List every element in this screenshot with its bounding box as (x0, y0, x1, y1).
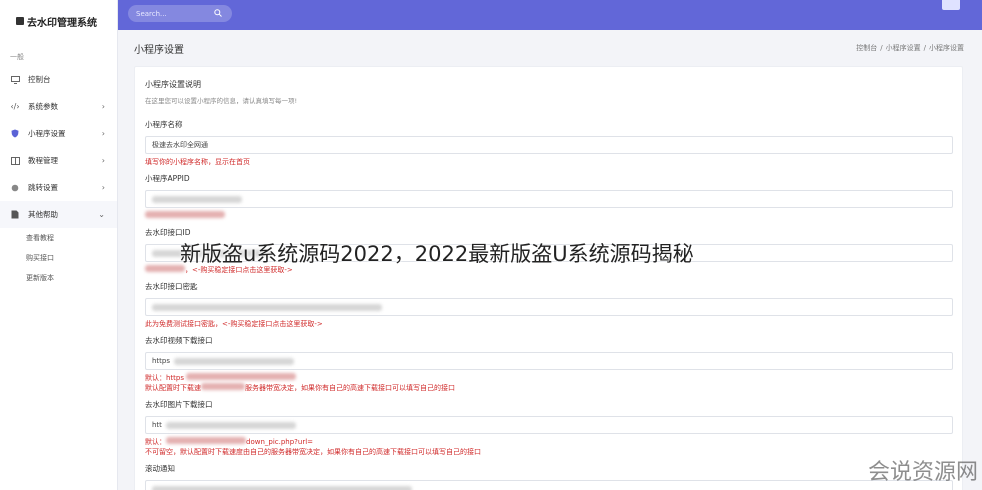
document-icon (10, 210, 20, 220)
site-watermark: 会说资源网 (867, 460, 978, 485)
app-brand[interactable]: 去水印管理系统 (0, 0, 117, 42)
field-label: 去水印图片下载接口 (145, 400, 213, 409)
redacted-hint (145, 211, 225, 218)
chevron-right-icon: › (101, 183, 105, 192)
sidebar-item-miniprogram-settings[interactable]: 小程序设置 › (0, 120, 117, 147)
sidebar-item-label: 其他帮助 (28, 210, 58, 219)
field-watermark-api-key: 去水印接口密匙 此为免费测试接口密匙，<-购买稳定接口点击这里获取-> (145, 281, 953, 329)
redacted-value (174, 357, 295, 365)
chevron-down-icon: ⌄ (98, 210, 105, 219)
appid-input[interactable] (145, 190, 953, 208)
page-header: 小程序设置 控制台 / 小程序设置 / 小程序设置 (118, 30, 982, 66)
field-label: 小程序名称 (145, 120, 183, 129)
sidebar-item-label: 控制台 (28, 75, 51, 84)
field-hint: 填写你的小程序名称，显示在首页 (145, 158, 250, 166)
input-value: 极速去水印全网通 (152, 141, 208, 149)
settings-card: 小程序设置说明 在这里您可以设置小程序的信息，请认真填写每一项! 小程序名称 极… (134, 66, 963, 490)
redacted-hint (145, 265, 185, 272)
sidebar-subitem-buy-api[interactable]: 购买接口 (0, 248, 117, 268)
field-scroll-notice: 滚动通知 (145, 463, 953, 490)
breadcrumb: 控制台 / 小程序设置 / 小程序设置 (856, 44, 964, 52)
field-appid: 小程序APPID (145, 173, 953, 221)
field-label: 去水印接口ID (145, 228, 191, 237)
breadcrumb-item[interactable]: 控制台 (856, 44, 877, 52)
field-hint (145, 211, 952, 221)
field-video-download-api: 去水印视频下载接口 https 默认：https 默认配置时下载速 服务器带宽决定… (145, 335, 953, 393)
hint-text: 不可留空，默认配置时下载速度由自己的服务器带宽决定，如果你有自己的高速下载接口可… (145, 448, 481, 456)
sidebar-item-label: 跳转设置 (28, 183, 58, 192)
chevron-right-icon: › (101, 156, 105, 165)
field-label: 小程序APPID (145, 174, 190, 183)
search-box[interactable] (128, 5, 232, 22)
sidebar-item-label: 系统参数 (28, 102, 58, 111)
sidebar-item-other-help[interactable]: 其他帮助 ⌄ (0, 201, 117, 228)
breadcrumb-item[interactable]: 小程序设置 (886, 44, 921, 52)
overlay-headline: 新版盗u系统源码2022，2022最新版盗U系统源码揭秘 (180, 242, 694, 266)
video-download-api-input[interactable]: https (145, 352, 953, 370)
sidebar-section-label: 一般 (10, 53, 24, 61)
field-hint: 默认：https 默认配置时下载速 服务器带宽决定，如果你有自己的高速下载接口可以… (145, 373, 952, 393)
card-title: 小程序设置说明 (145, 80, 201, 89)
hint-text: 默认配置时下载速 (145, 384, 201, 392)
hint-text: 默认： (145, 438, 166, 446)
search-input[interactable] (136, 9, 214, 18)
redacted-value (165, 421, 296, 429)
input-value: https (152, 357, 171, 365)
field-label: 去水印接口密匙 (145, 282, 198, 291)
sidebar-subitem-update-version[interactable]: 更新版本 (0, 268, 117, 288)
field-hint: 此为免费测试接口密匙，<-购买稳定接口点击这里获取-> (145, 320, 323, 328)
chevron-right-icon: › (101, 129, 105, 138)
sidebar-item-label: 小程序设置 (28, 129, 66, 138)
redacted-hint (201, 383, 245, 390)
app-title: 去水印管理系统 (27, 17, 97, 29)
hint-text: 默认：https (145, 374, 185, 382)
circle-icon (10, 183, 20, 193)
avatar[interactable] (942, 0, 960, 10)
redacted-hint (166, 437, 246, 444)
sidebar-item-redirect-settings[interactable]: 跳转设置 › (0, 174, 117, 201)
hint-text: down_pic.php?url= (246, 438, 314, 446)
sidebar-item-tutorial-management[interactable]: 教程管理 › (0, 147, 117, 174)
sidebar-subitem-view-tutorial[interactable]: 查看教程 (0, 228, 117, 248)
field-label: 去水印视频下载接口 (145, 336, 213, 345)
sidebar-item-label: 教程管理 (28, 156, 58, 165)
breadcrumb-item: 小程序设置 (929, 44, 964, 52)
field-label: 滚动通知 (145, 464, 175, 473)
sidebar: 去水印管理系统 一般 控制台 ‹/› 系统参数 › 小程序设置 › 教程管理 ›… (0, 0, 118, 490)
monitor-icon (10, 75, 20, 85)
shield-icon (10, 129, 20, 139)
redacted-hint (186, 373, 297, 380)
sidebar-item-dashboard[interactable]: 控制台 (0, 66, 117, 93)
input-value: htt (152, 421, 162, 429)
field-image-download-api: 去水印图片下载接口 htt 默认： down_pic.php?url= 不可留空，… (145, 399, 953, 457)
sidebar-item-system-params[interactable]: ‹/› 系统参数 › (0, 93, 117, 120)
code-icon: ‹/› (10, 102, 20, 111)
watermark-api-key-input[interactable] (145, 298, 953, 316)
chevron-right-icon: › (101, 102, 105, 111)
redacted-value (152, 303, 382, 311)
logo-icon (16, 17, 24, 25)
search-icon[interactable] (214, 8, 222, 19)
top-bar (118, 0, 982, 30)
redacted-value (152, 485, 412, 490)
field-hint: 默认： down_pic.php?url= 不可留空，默认配置时下载速度由自己的服… (145, 437, 952, 457)
card-description: 在这里您可以设置小程序的信息，请认真填写每一项! (145, 97, 298, 105)
hint-text: 服务器带宽决定，如果你有自己的高速下载接口可以填写自己的接口 (245, 384, 455, 392)
image-download-api-input[interactable]: htt (145, 416, 953, 434)
book-icon (10, 156, 20, 166)
field-miniprogram-name: 小程序名称 极速去水印全网通 填写你的小程序名称，显示在首页 (145, 119, 953, 167)
miniprogram-name-input[interactable]: 极速去水印全网通 (145, 136, 953, 154)
page-title: 小程序设置 (134, 44, 184, 56)
redacted-value (152, 195, 242, 203)
scroll-notice-input[interactable] (145, 480, 953, 490)
